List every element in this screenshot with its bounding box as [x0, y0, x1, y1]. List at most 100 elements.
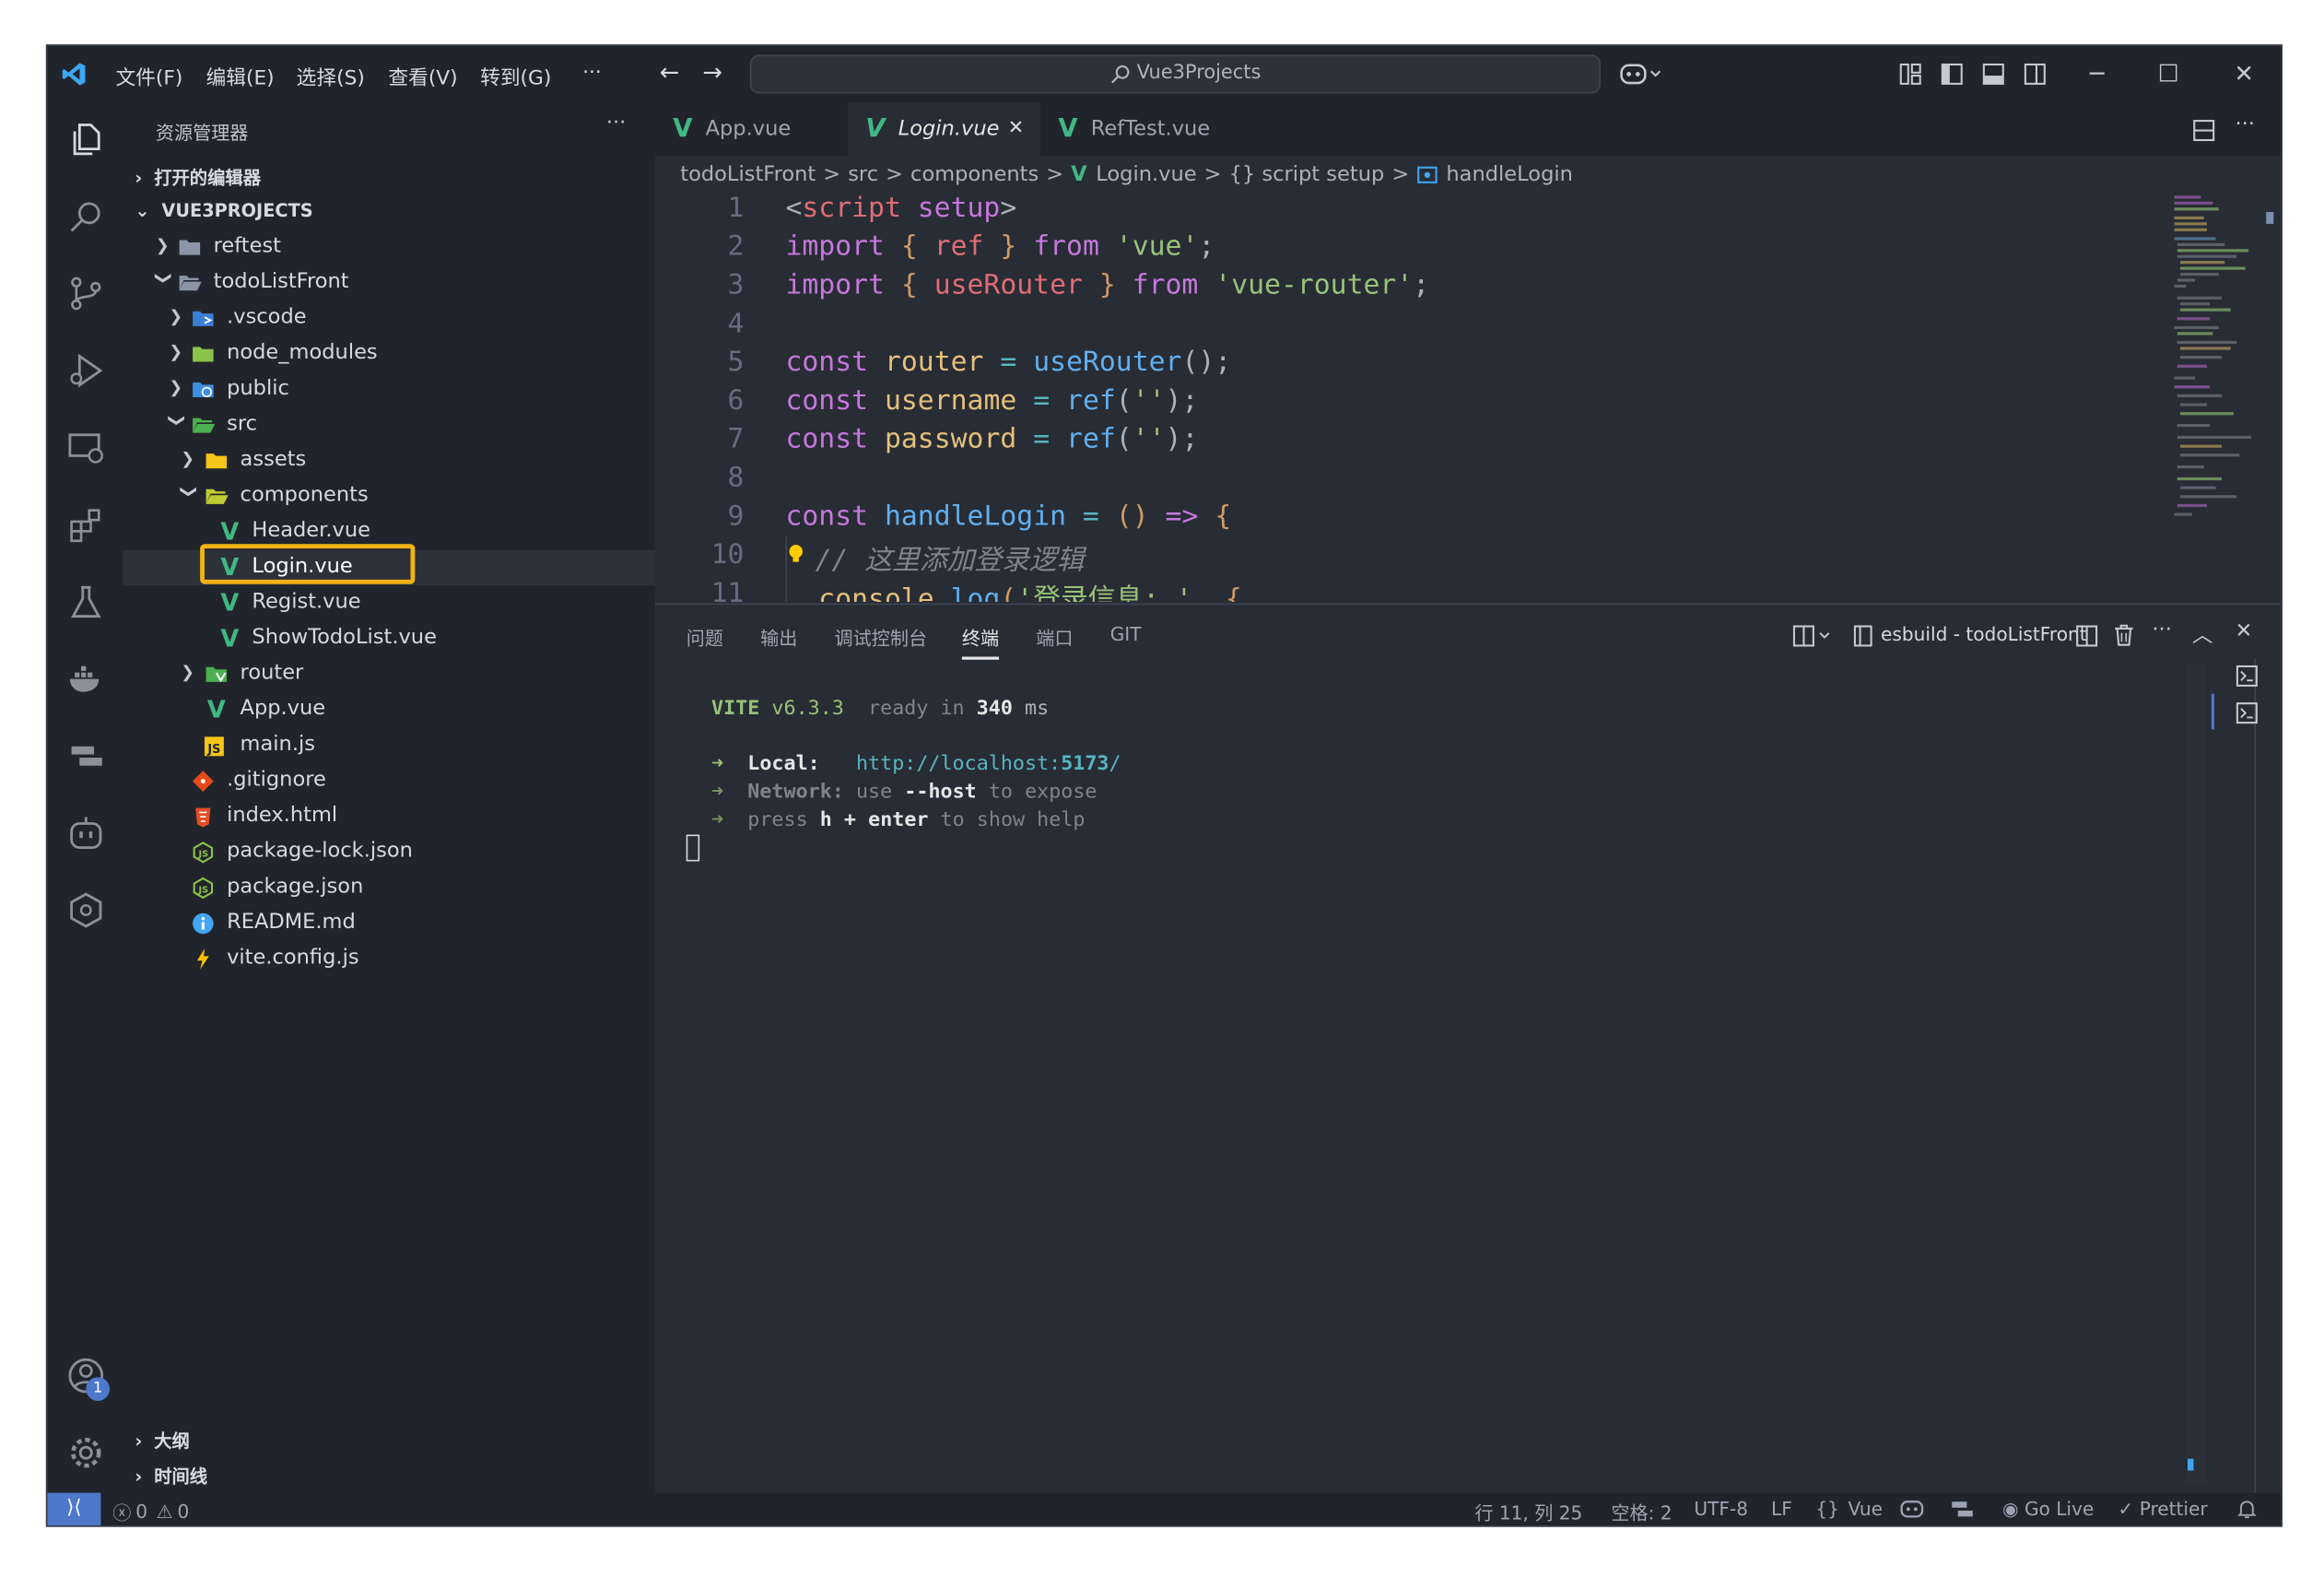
toggle-secondary-sidebar-icon[interactable] — [2023, 63, 2047, 87]
tree-item-router[interactable]: ❯ router — [123, 657, 654, 693]
split-terminal-icon[interactable] — [2075, 624, 2099, 648]
tab-ports[interactable]: 端口 — [1036, 623, 1073, 652]
open-editors-section[interactable]: › 打开的编辑器 — [135, 165, 261, 190]
search-icon[interactable] — [66, 197, 105, 236]
toggle-sidebar-icon[interactable] — [1940, 63, 1964, 87]
scrollbar-thumb[interactable] — [2266, 212, 2274, 224]
maximize-icon[interactable]: ☐ — [2154, 59, 2183, 88]
breadcrumb-item[interactable]: handleLogin — [1446, 163, 1572, 187]
breadcrumb-item[interactable]: Login.vue — [1096, 163, 1196, 187]
end-of-line[interactable]: LF — [1771, 1497, 1792, 1519]
cursor-position[interactable]: 行 11, 列 25 — [1474, 1497, 1582, 1525]
terminal-name[interactable]: esbuild - todoListFront — [1881, 623, 2087, 645]
split-terminal-dropdown-icon[interactable] — [1792, 624, 1837, 648]
vscode-window: 文件(F) 编辑(E) 选择(S) 查看(V) 转到(G) ··· ← → Vu… — [45, 44, 2283, 1527]
tree-item-gitignore[interactable]: .gitignore — [123, 763, 654, 799]
remote-indicator-icon[interactable]: ⟩⟨ — [47, 1492, 101, 1526]
panel-more-actions-icon[interactable]: ··· — [2152, 618, 2171, 642]
more-actions-icon[interactable]: ··· — [606, 112, 626, 135]
minimize-icon[interactable]: ─ — [2083, 59, 2112, 88]
menu-file[interactable]: 文件(F) — [115, 61, 182, 90]
tree-item-public[interactable]: ❯ public — [123, 372, 654, 408]
tree-item-vite-config-js[interactable]: vite.config.js — [123, 941, 654, 977]
tab-terminal[interactable]: 终端 — [961, 623, 1000, 660]
timeline-section[interactable]: › 时间线 — [135, 1463, 207, 1488]
tree-item-src[interactable]: ❯ src — [123, 407, 654, 443]
run-debug-icon[interactable] — [66, 351, 105, 390]
minimap[interactable] — [2171, 193, 2260, 563]
terminal-tab-icon[interactable] — [2235, 665, 2259, 688]
tab-debug-console[interactable]: 调试控制台 — [835, 623, 928, 652]
tree-item-vscode[interactable]: ❯ .vscode — [123, 301, 654, 337]
tree-item-components[interactable]: ❯ components — [123, 479, 654, 515]
tab-app-vue[interactable]: V App.vue — [655, 102, 848, 156]
menu-go[interactable]: 转到(G) — [480, 61, 551, 90]
terminal-scrollbar[interactable] — [2186, 664, 2207, 1483]
close-panel-icon[interactable]: ✕ — [2235, 619, 2252, 643]
breadcrumb-item[interactable]: src — [848, 163, 878, 187]
breadcrumb-item[interactable]: components — [910, 163, 1039, 187]
tree-item-todolistfront[interactable]: ❯ todoListFront — [123, 265, 654, 301]
project-section[interactable]: ⌄ VUE3PROJECTS — [135, 200, 312, 221]
lightbulb-icon[interactable] — [785, 543, 806, 567]
explorer-icon[interactable] — [66, 120, 105, 159]
tree-item-app-vue[interactable]: V App.vue — [123, 692, 654, 728]
tab-problems[interactable]: 问题 — [687, 623, 723, 652]
tab-reftest-vue[interactable]: V RefTest.vue — [1040, 102, 1248, 156]
docker-icon[interactable] — [66, 660, 105, 699]
back-arrow-icon[interactable]: ← — [660, 58, 680, 87]
toggle-panel-icon[interactable] — [1981, 63, 2005, 87]
language-mode[interactable]: {} Vue — [1815, 1497, 1883, 1519]
outline-section[interactable]: › 大纲 — [135, 1428, 189, 1453]
code-editor[interactable]: 1 2 3 4 5 6 7 8 9 10 11 <script setup> i… — [655, 193, 2137, 602]
menu-selection[interactable]: 选择(S) — [297, 61, 365, 90]
split-editor-icon[interactable] — [2192, 119, 2216, 143]
forward-arrow-icon[interactable]: → — [702, 58, 722, 87]
layout-customize-icon[interactable] — [1898, 63, 1922, 87]
notifications-bell-icon[interactable] — [2236, 1499, 2258, 1520]
tree-item-package-json[interactable]: JS package.json — [123, 870, 654, 906]
testing-flask-icon[interactable] — [66, 583, 105, 621]
go-live-button[interactable]: ◉ Go Live — [2002, 1497, 2094, 1519]
tree-item-showtodolist-vue[interactable]: V ShowTodoList.vue — [123, 621, 654, 657]
breadcrumb-item[interactable]: todoListFront — [680, 163, 816, 187]
close-tab-icon[interactable]: ✕ — [1008, 117, 1025, 139]
indentation[interactable]: 空格: 2 — [1611, 1497, 1672, 1525]
tree-item-index-html[interactable]: index.html — [123, 799, 654, 835]
tab-label: RefTest.vue — [1090, 117, 1211, 141]
tab-login-vue[interactable]: V Login.vue ✕ — [848, 101, 1041, 156]
breadcrumb-item[interactable]: {} script setup — [1229, 163, 1385, 187]
terminal-tab-icon[interactable] — [2235, 701, 2259, 725]
close-window-icon[interactable]: ✕ — [2229, 59, 2259, 88]
tree-item-package-lock-json[interactable]: JS package-lock.json — [123, 835, 654, 871]
source-control-icon[interactable] — [66, 275, 105, 313]
tree-item-main-js[interactable]: JS main.js — [123, 728, 654, 764]
menu-more[interactable]: ··· — [582, 61, 602, 85]
tree-item-regist-vue[interactable]: V Regist.vue — [123, 585, 654, 621]
menu-view[interactable]: 查看(V) — [388, 61, 457, 90]
copilot-status-icon[interactable] — [1900, 1499, 1924, 1520]
remote-ssh-status-icon[interactable] — [1951, 1501, 1975, 1518]
copilot-chat-icon[interactable] — [66, 814, 105, 853]
extensions-icon[interactable] — [66, 505, 105, 544]
editor-more-actions-icon[interactable]: ··· — [2235, 112, 2254, 136]
tab-output[interactable]: 输出 — [760, 623, 797, 652]
settings-gear-icon[interactable] — [66, 1433, 105, 1472]
copilot-icon[interactable] — [1620, 61, 1664, 88]
problems-status[interactable]: ⓧ 0 ⚠ 0 — [112, 1497, 189, 1525]
maximize-panel-icon[interactable]: ︿ — [2192, 619, 2213, 649]
remote-explorer-icon[interactable] — [66, 429, 105, 467]
tree-item-assets[interactable]: ❯ assets — [123, 443, 654, 479]
terminal-tabs-strip — [2254, 658, 2283, 1495]
tree-item-reftest[interactable]: ❯ reftest — [123, 229, 654, 265]
kubernetes-icon[interactable] — [66, 891, 105, 930]
menu-edit[interactable]: 编辑(E) — [206, 61, 275, 90]
encoding[interactable]: UTF-8 — [1694, 1497, 1748, 1519]
remote-ssh-icon[interactable] — [66, 736, 105, 775]
trash-icon[interactable] — [2112, 623, 2136, 648]
tree-item-node-modules[interactable]: ❯ node_modules — [123, 336, 654, 372]
command-center-search[interactable]: Vue3Projects — [749, 54, 1602, 94]
tree-item-readme-md[interactable]: README.md — [123, 906, 654, 942]
prettier-status[interactable]: ✓ Prettier — [2118, 1497, 2207, 1519]
tab-git[interactable]: GIT — [1110, 623, 1142, 645]
